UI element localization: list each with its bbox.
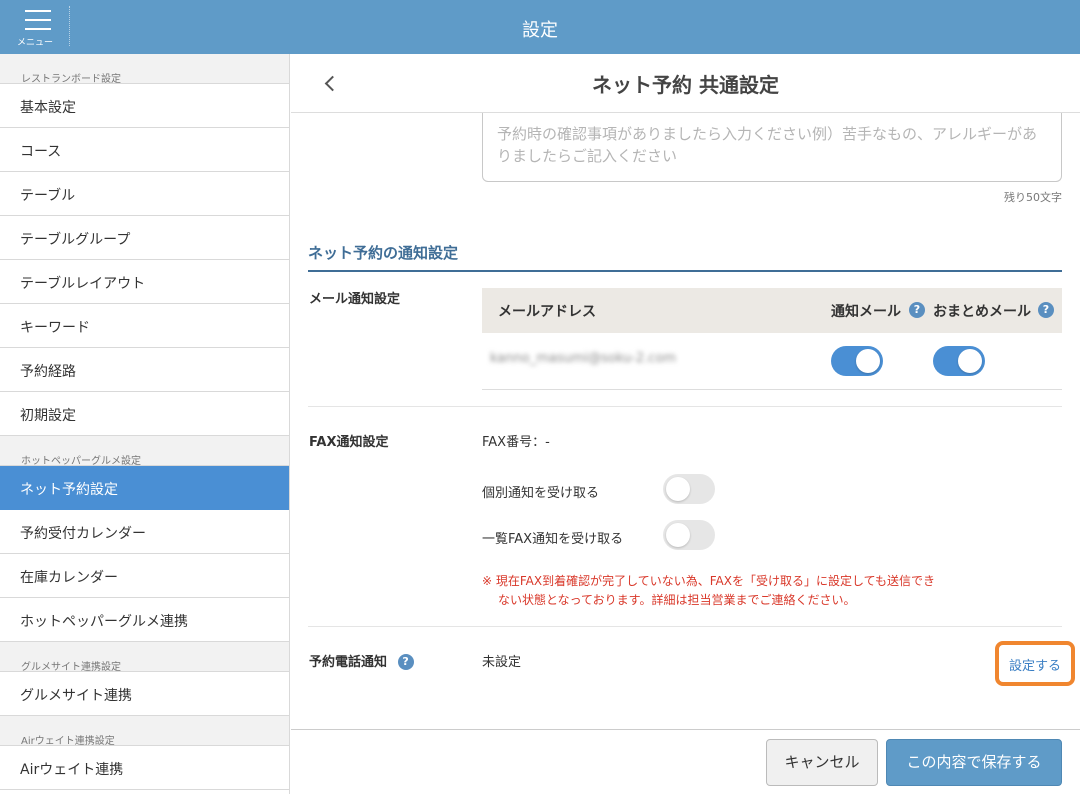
phone-notify-status: 未設定 bbox=[482, 655, 522, 670]
sidebar-item[interactable]: コース bbox=[0, 128, 289, 172]
phone-notify-label-text: 予約電話通知 bbox=[309, 655, 388, 670]
sidebar-item[interactable]: テーブルグループ bbox=[0, 216, 289, 260]
sidebar-item[interactable]: テーブル bbox=[0, 172, 289, 216]
main-header: ネット予約 共通設定 bbox=[291, 54, 1080, 113]
question-icon[interactable]: ? bbox=[397, 654, 414, 670]
individual-notify-label: 個別通知を受け取る bbox=[482, 486, 600, 501]
fax-warning: ※ 現在FAX到着確認が完了していない為、FAXを「受け取る」に設定しても送信で… bbox=[482, 572, 1002, 610]
sidebar-section-title: ホットペッパーグルメ設定 bbox=[0, 436, 289, 467]
individual-notify-toggle[interactable] bbox=[663, 474, 715, 504]
col-bundle-mail: おまとめメール bbox=[933, 304, 1031, 320]
sidebar-item[interactable]: Airウェイト連携 bbox=[0, 746, 289, 790]
email-address: kanno_masumi@soku-2.com bbox=[490, 351, 677, 366]
sidebar-section-title: Airウェイト連携設定 bbox=[0, 716, 289, 747]
fax-notify-label: FAX通知設定 bbox=[309, 435, 389, 450]
top-bar: メニュー 設定 bbox=[0, 0, 1080, 54]
sidebar-item[interactable]: 基本設定 bbox=[0, 84, 289, 128]
bundle-mail-toggle[interactable] bbox=[933, 346, 985, 376]
question-icon[interactable]: ? bbox=[1038, 302, 1054, 318]
col-email-address: メールアドレス bbox=[498, 304, 596, 320]
sidebar-item[interactable]: テーブルレイアウト bbox=[0, 260, 289, 304]
question-icon[interactable]: ? bbox=[909, 302, 925, 318]
fax-warning-line1: ※ 現在FAX到着確認が完了していない為、FAXを「受け取る」に設定しても送信で… bbox=[482, 574, 936, 588]
sidebar-item[interactable]: 予約受付カレンダー bbox=[0, 510, 289, 554]
list-fax-notify-label: 一覧FAX通知を受け取る bbox=[482, 532, 624, 547]
footer: キャンセル この内容で保存する bbox=[291, 729, 1080, 794]
sidebar-item[interactable]: キーワード bbox=[0, 304, 289, 348]
app-title: 設定 bbox=[522, 20, 558, 41]
mail-table-header: メールアドレス 通知メール ? おまとめメール ? bbox=[482, 288, 1062, 333]
sidebar-item[interactable]: 在庫カレンダー bbox=[0, 554, 289, 598]
table-row: kanno_masumi@soku-2.com bbox=[482, 333, 1062, 390]
sidebar: レストランボード設定 基本設定 コース テーブル テーブルグループ テーブルレイアウト キー… bbox=[0, 54, 290, 794]
fax-warning-line2: ない状態となっております。詳細は担当営業までご連絡ください。 bbox=[498, 593, 856, 607]
sidebar-item[interactable]: 初期設定 bbox=[0, 392, 289, 436]
list-fax-notify-toggle[interactable] bbox=[663, 520, 715, 550]
sidebar-section-title: レストランボード設定 bbox=[0, 54, 289, 85]
col-notify-mail: 通知メール bbox=[831, 304, 901, 320]
divider bbox=[308, 626, 1062, 627]
confirmation-textarea[interactable]: 予約時の確認事項がありましたら入力ください例）苦手なもの、アレルギーがありました… bbox=[482, 113, 1062, 182]
phone-setup-link[interactable]: 設定する bbox=[999, 655, 1071, 674]
sidebar-section-title: グルメサイト連携設定 bbox=[0, 642, 289, 673]
notification-section-title: ネット予約の通知設定 bbox=[308, 242, 1062, 272]
page-title: ネット予約 共通設定 bbox=[592, 73, 779, 97]
sidebar-item[interactable]: グルメサイト連携 bbox=[0, 672, 289, 716]
remaining-characters: 残り50文字 bbox=[1004, 191, 1062, 204]
mail-table: メールアドレス 通知メール ? おまとめメール ? kanno_masumi@s… bbox=[482, 288, 1062, 390]
divider bbox=[308, 406, 1062, 407]
phone-notify-label: 予約電話通知 ? bbox=[309, 651, 414, 670]
cancel-button[interactable]: キャンセル bbox=[766, 739, 878, 786]
fax-number: FAX番号：- bbox=[482, 435, 550, 450]
sidebar-item[interactable]: ネット予約設定 bbox=[0, 466, 289, 510]
save-button[interactable]: この内容で保存する bbox=[886, 739, 1062, 786]
notify-mail-toggle[interactable] bbox=[831, 346, 883, 376]
set-link-highlight: 設定する bbox=[995, 641, 1075, 686]
sidebar-item[interactable]: 予約経路 bbox=[0, 348, 289, 392]
main-panel: ネット予約 共通設定 予約時の確認事項がありましたら入力ください例）苦手なもの、… bbox=[291, 54, 1080, 794]
mail-notify-label: メール通知設定 bbox=[309, 292, 401, 307]
sidebar-item[interactable]: ホットペッパーグルメ連携 bbox=[0, 598, 289, 642]
